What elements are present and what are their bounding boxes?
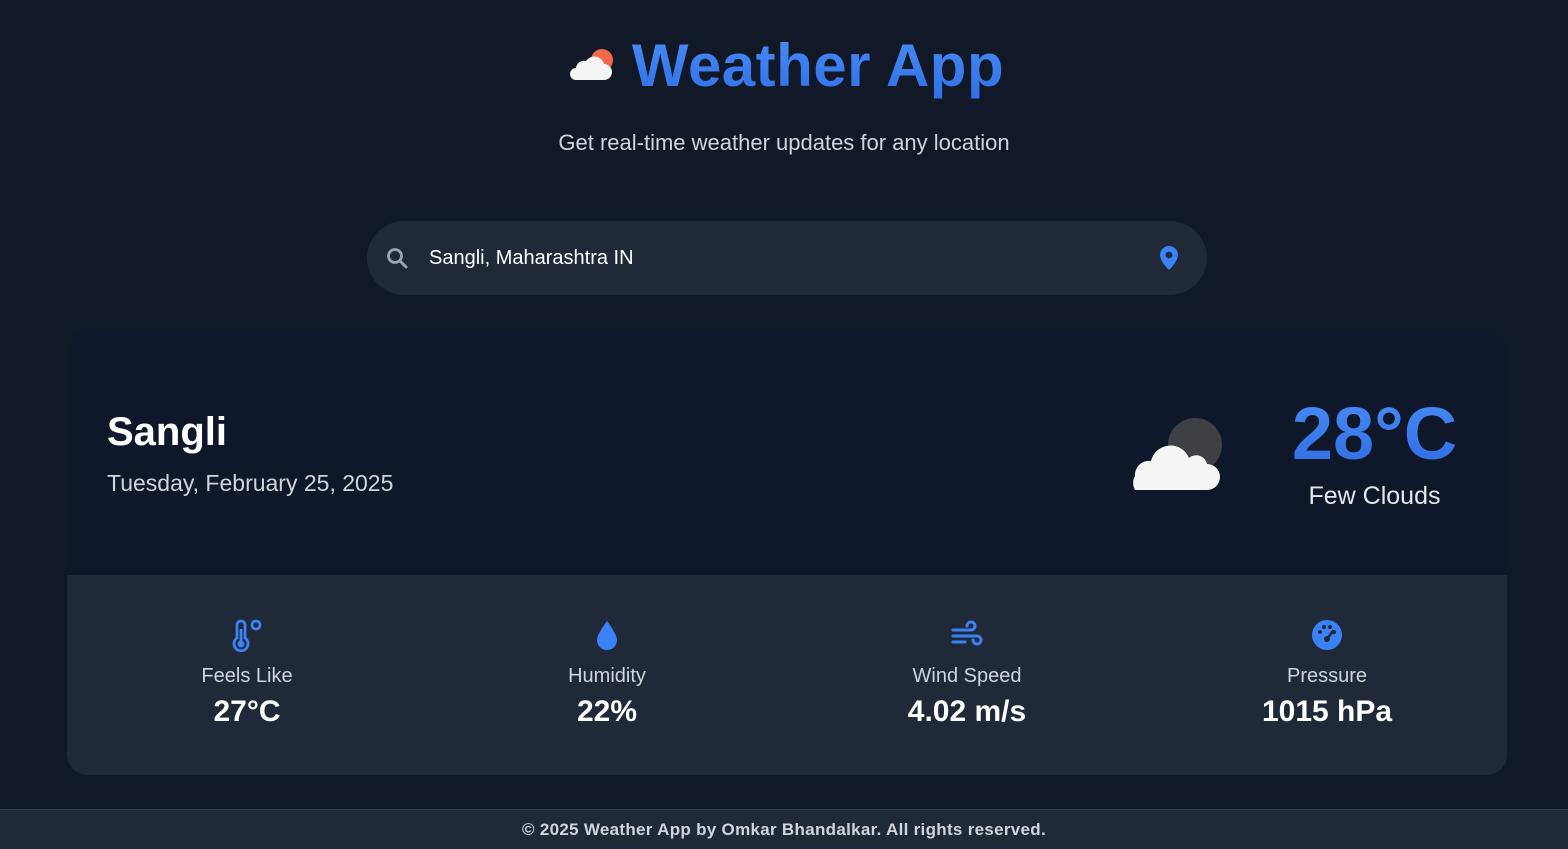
- stat-label: Pressure: [1286, 665, 1368, 687]
- current-temperature: 28°C: [1272, 390, 1477, 478]
- stat-wind-speed: Wind Speed 4.02 m/s: [787, 575, 1147, 775]
- app-title: Weather App: [632, 30, 1004, 102]
- app-subtitle: Get real-time weather updates for any lo…: [558, 130, 1010, 155]
- search-bar: [367, 221, 1207, 295]
- current-weather-card: Sangli Tuesday, February 25, 2025 28°C F…: [67, 330, 1507, 775]
- stat-humidity: Humidity 22%: [427, 575, 787, 775]
- stat-value: 4.02 m/s: [907, 695, 1027, 728]
- location-search-input[interactable]: [429, 238, 1151, 278]
- footer: © 2025 Weather App by Omkar Bhandalkar. …: [0, 809, 1568, 849]
- location-pin-icon: [1160, 246, 1178, 270]
- weather-stats: Feels Like 27°C Humidity 22% Wind Speed …: [67, 575, 1507, 775]
- thermometer-icon: [232, 619, 262, 653]
- weather-condition: Few Clouds: [1308, 482, 1441, 510]
- stat-value: 27°C: [213, 695, 281, 728]
- stat-value: 22%: [576, 695, 638, 728]
- city-name: Sangli: [107, 410, 228, 454]
- wind-icon: [951, 620, 983, 646]
- weather-app-page: Weather App Get real-time weather update…: [0, 0, 1568, 849]
- temperature-block: 28°C Few Clouds: [1272, 390, 1477, 511]
- current-weather-summary: Sangli Tuesday, February 25, 2025 28°C F…: [67, 330, 1507, 575]
- droplet-icon: [597, 621, 617, 650]
- stat-label: Wind Speed: [912, 665, 1022, 687]
- cloud-sun-icon: [569, 49, 613, 80]
- stat-label: Humidity: [568, 665, 646, 687]
- current-date: Tuesday, February 25, 2025: [107, 470, 394, 496]
- use-location-button[interactable]: [1151, 240, 1187, 276]
- footer-text: © 2025 Weather App by Omkar Bhandalkar. …: [521, 819, 1047, 839]
- stat-feels-like: Feels Like 27°C: [67, 575, 427, 775]
- stat-value: 1015 hPa: [1261, 695, 1393, 728]
- cloud-moon-icon: [1133, 418, 1222, 490]
- stat-label: Feels Like: [201, 665, 293, 687]
- stat-pressure: Pressure 1015 hPa: [1147, 575, 1507, 775]
- app-header: Weather App: [0, 30, 1568, 102]
- gauge-icon: [1312, 620, 1342, 650]
- search-icon: [387, 248, 408, 269]
